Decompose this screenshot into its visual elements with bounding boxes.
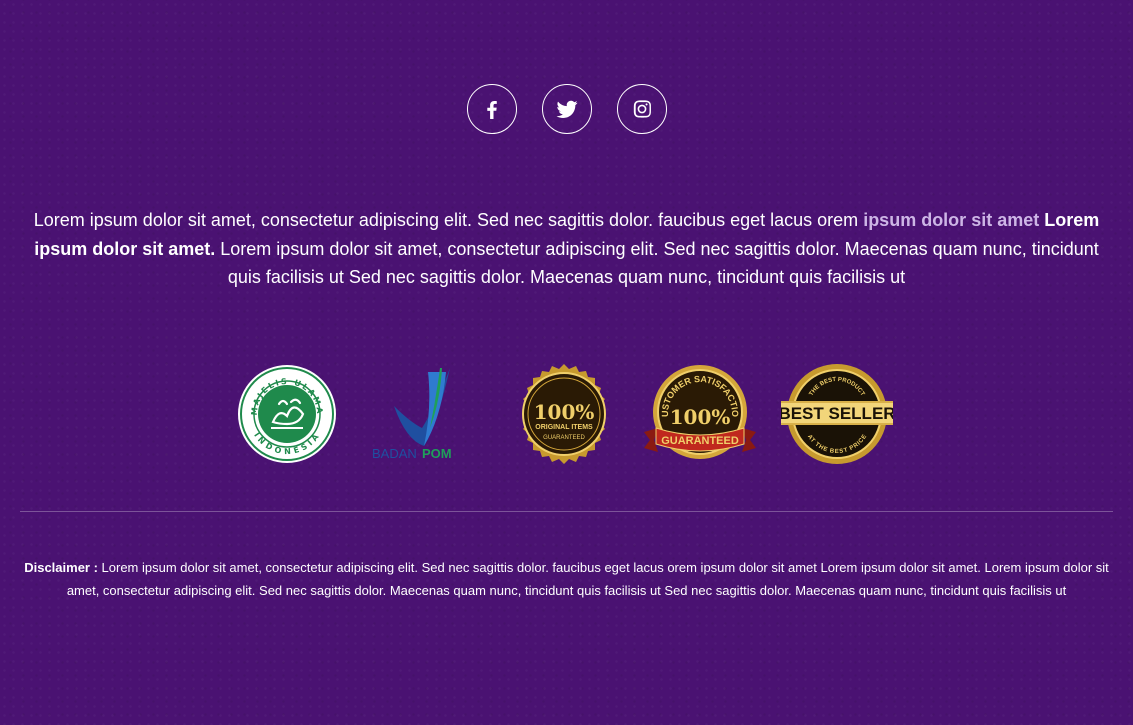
twitter-icon xyxy=(556,100,577,119)
mui-halal-logo: MAJELIS ULAMA INDONESIA xyxy=(238,365,336,463)
intro-text: Lorem ipsum dolor sit amet, consectetur … xyxy=(30,206,1103,292)
intro-part1: Lorem ipsum dolor sit amet, consectetur … xyxy=(33,210,864,230)
badan-pom-logo: BADAN POM xyxy=(372,368,452,461)
facebook-button[interactable] xyxy=(466,84,517,134)
satisfaction-percent: 100% xyxy=(670,405,731,429)
bestseller-title: BEST SELLER xyxy=(781,404,893,423)
facebook-icon xyxy=(486,101,497,119)
certification-badges: MAJELIS ULAMA INDONESIA BADAN POM 100% O… xyxy=(0,362,1133,466)
instagram-button[interactable] xyxy=(616,84,667,134)
bpom-word1: BADAN xyxy=(372,446,417,461)
satisfaction-ribbon-text: GUARANTEED xyxy=(661,435,739,447)
twitter-button[interactable] xyxy=(541,84,592,134)
intro-highlight: ipsum dolor sit amet xyxy=(863,210,1040,230)
original-line1: ORIGINAL ITEMS xyxy=(535,424,593,431)
intro-part2: Lorem ipsum dolor sit amet, consectetur … xyxy=(215,238,1099,288)
original-line2: GUARANTEED xyxy=(543,435,585,441)
original-items-badge: 100% ORIGINAL ITEMS GUARANTEED xyxy=(522,364,606,464)
social-links xyxy=(0,84,1133,134)
disclaimer: Disclaimer : Lorem ipsum dolor sit amet,… xyxy=(24,557,1109,602)
disclaimer-text: Lorem ipsum dolor sit amet, consectetur … xyxy=(66,560,1109,598)
best-seller-badge: THE BEST PRODUCT BEST SELLER AT THE BEST… xyxy=(781,364,893,464)
footer-divider xyxy=(20,511,1113,512)
satisfaction-badge: CUSTOMER SATISFACTION 100% GUARANTEED xyxy=(642,362,756,459)
original-percent: 100% xyxy=(534,400,595,424)
bpom-word2: POM xyxy=(422,446,452,461)
disclaimer-label: Disclaimer : xyxy=(24,560,98,575)
instagram-icon xyxy=(633,100,651,118)
